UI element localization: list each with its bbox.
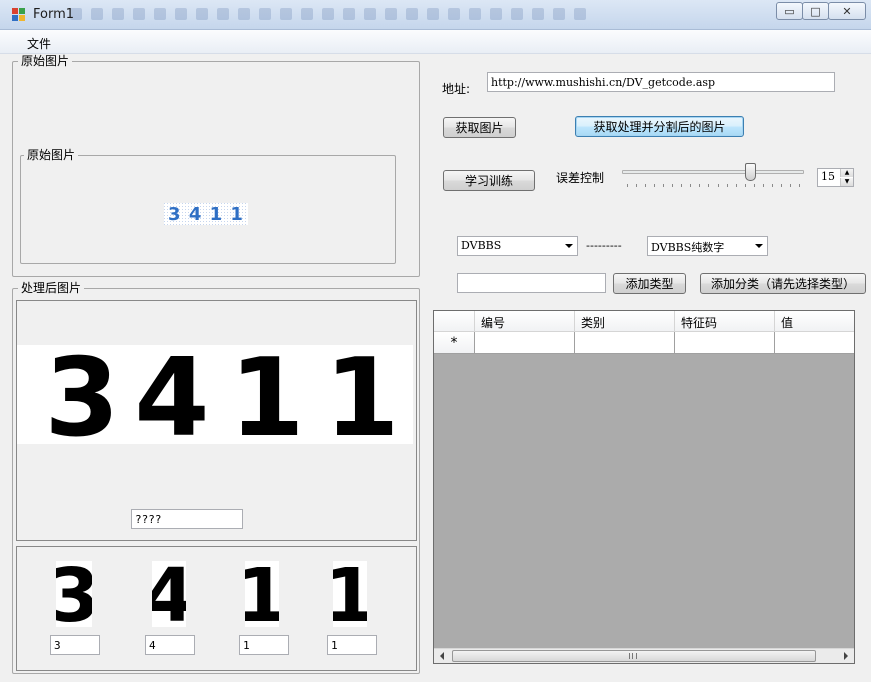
slider-tick [645, 184, 647, 187]
grid-corner-header[interactable] [434, 311, 475, 332]
grid-horizontal-scrollbar[interactable] [434, 648, 854, 663]
grid-cell[interactable] [675, 332, 775, 354]
close-button[interactable]: ✕ [828, 2, 866, 20]
get-image-button[interactable]: 获取图片 [443, 117, 516, 138]
grid-column-header[interactable]: 值 [775, 311, 854, 332]
slider-tick [663, 184, 665, 187]
slider-tick [681, 184, 683, 187]
address-label: 地址: [442, 82, 471, 96]
grid-column-header[interactable]: 编号 [475, 311, 575, 332]
type-select-right-value: DVBBS纯数字 [651, 241, 725, 254]
segment-value-input[interactable] [327, 635, 377, 655]
slider-tick [744, 184, 746, 187]
error-value: 15 [821, 170, 835, 183]
slider-tick [771, 184, 773, 187]
type-name-input[interactable] [457, 273, 606, 293]
original-image-group-label: 原始图片 [18, 54, 73, 68]
scrollbar-grip-icon [629, 653, 637, 659]
stepper-up-icon[interactable]: ▲ [840, 169, 853, 177]
grid-cell[interactable] [475, 332, 575, 354]
segment-image: 1 [324, 553, 376, 639]
slider-tick [789, 184, 791, 187]
minimize-button[interactable]: ▭ [776, 2, 803, 20]
row-header-new-icon[interactable]: * [434, 332, 475, 354]
segment-image: 3 [48, 553, 100, 639]
train-button[interactable]: 学习训练 [443, 170, 535, 191]
window-title: Form1 [33, 7, 75, 22]
captcha-text: 3 4 1 1 [168, 204, 244, 225]
processed-digit: 1 [229, 345, 304, 444]
chevron-down-icon [755, 244, 763, 248]
error-slider-thumb[interactable] [745, 163, 757, 181]
slider-tick [636, 184, 638, 187]
grid-column-header[interactable]: 特征码 [675, 311, 775, 332]
table-row-new[interactable]: * [434, 332, 854, 354]
minimize-icon: ▭ [784, 4, 795, 18]
address-input[interactable] [487, 72, 835, 92]
get-processed-image-button[interactable]: 获取处理并分割后的图片 [575, 116, 744, 137]
slider-tick [799, 184, 800, 187]
processed-image-group-label: 处理后图片 [18, 281, 85, 295]
processed-digit: 1 [324, 345, 399, 444]
slider-tick [726, 184, 728, 187]
maximize-icon: □ [810, 4, 821, 18]
close-icon: ✕ [842, 4, 852, 18]
segment-digit: 3 [56, 561, 92, 627]
type-select-left[interactable]: DVBBS [457, 236, 578, 256]
stepper-down-icon[interactable]: ▼ [840, 178, 853, 186]
segment-value-input[interactable] [239, 635, 289, 655]
slider-tick [717, 184, 719, 187]
processed-image: 3 4 1 1 [17, 336, 413, 461]
type-select-right[interactable]: DVBBS纯数字 [647, 236, 768, 256]
slider-tick [699, 184, 701, 187]
captcha-image: 3 4 1 1 [164, 203, 248, 225]
menu-bar [0, 30, 871, 54]
scrollbar-thumb[interactable] [452, 650, 816, 662]
slider-tick [735, 184, 737, 187]
grid-column-header[interactable]: 类别 [575, 311, 675, 332]
slider-tick [654, 184, 656, 187]
slider-tick [708, 184, 710, 187]
add-type-button[interactable]: 添加类型 [613, 273, 686, 294]
error-value-stepper[interactable]: 15 ▲ ▼ [817, 168, 854, 187]
add-category-button[interactable]: 添加分类（请先选择类型） [700, 273, 866, 294]
slider-tick [780, 184, 782, 187]
slider-tick [762, 184, 764, 187]
type-select-left-value: DVBBS [461, 239, 502, 252]
segment-digit: 1 [333, 561, 367, 627]
slider-tick [753, 184, 755, 187]
scroll-left-icon[interactable] [440, 652, 444, 660]
original-image-inner-label: 原始图片 [24, 148, 79, 162]
data-grid[interactable]: 编号 类别 特征码 值 * [433, 310, 855, 664]
slider-tick [627, 184, 628, 187]
error-control-label: 误差控制 [556, 171, 605, 185]
error-slider-track[interactable] [622, 170, 804, 174]
grid-header: 编号 类别 特征码 值 [434, 311, 854, 332]
segment-digit: 4 [152, 561, 186, 627]
menu-file[interactable]: 文件 [20, 34, 58, 53]
segment-value-input[interactable] [50, 635, 100, 655]
segment-image: 4 [143, 553, 195, 639]
segment-image: 1 [236, 553, 288, 639]
slider-tick [690, 184, 692, 187]
title-bar-background-strip [70, 8, 630, 24]
chevron-down-icon [565, 244, 573, 248]
grid-cell[interactable] [775, 332, 854, 354]
maximize-button[interactable]: □ [802, 2, 829, 20]
recognized-result-input[interactable] [131, 509, 243, 529]
dropdown-separator: --------- [586, 239, 622, 252]
scroll-right-icon[interactable] [844, 652, 848, 660]
grid-cell[interactable] [575, 332, 675, 354]
processed-digit: 3 [44, 345, 119, 444]
segment-value-input[interactable] [145, 635, 195, 655]
segment-digit: 1 [245, 561, 279, 627]
app-icon [12, 8, 26, 22]
processed-digit: 4 [134, 345, 209, 444]
slider-tick [672, 184, 674, 187]
